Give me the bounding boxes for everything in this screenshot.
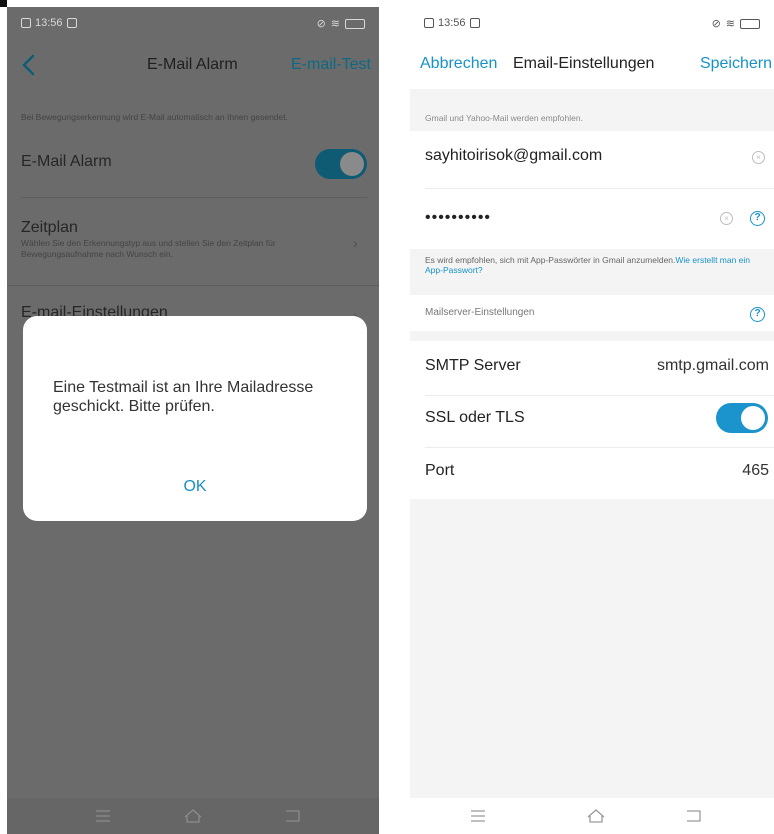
right-phone-screen: 13:56 ⊘ ≋ Abbrechen Email-Einstellungen … bbox=[410, 7, 774, 834]
email-alarm-label: E-Mail Alarm bbox=[21, 153, 112, 170]
email-alarm-hint: Bei Bewegungserkennung wird E-Mail autom… bbox=[21, 112, 288, 122]
wifi-icon: ≋ bbox=[330, 18, 340, 30]
return-icon[interactable] bbox=[684, 807, 704, 825]
save-button[interactable]: Speichern bbox=[700, 55, 772, 73]
menu-icon[interactable] bbox=[468, 807, 488, 825]
status-bar: 13:56 ⊘ ≋ bbox=[7, 7, 379, 35]
smtp-server-label: SMTP Server bbox=[425, 357, 521, 374]
app-password-hint-text: Es wird empfohlen, sich mit App-Passwört… bbox=[425, 255, 676, 265]
schedule-description: Wählen Sie den Erkennungstyp aus und ste… bbox=[21, 238, 276, 259]
app-password-hint: Es wird empfohlen, sich mit App-Passwört… bbox=[425, 255, 755, 275]
status-icons: ⊘ ≋ bbox=[317, 17, 365, 30]
mailserver-header: Mailserver-Einstellungen ? bbox=[410, 295, 774, 331]
status-bar: 13:56 ⊘ ≋ bbox=[410, 7, 774, 35]
divider bbox=[425, 188, 774, 189]
gallery-icon bbox=[66, 18, 77, 28]
ssl-tls-label: SSL oder TLS bbox=[425, 409, 525, 426]
gallery-icon bbox=[469, 18, 480, 28]
home-icon[interactable] bbox=[586, 807, 606, 825]
password-field[interactable]: •••••••••• bbox=[425, 209, 491, 227]
page-title: E-Mail Alarm bbox=[147, 56, 238, 73]
home-icon[interactable] bbox=[183, 807, 203, 825]
status-time: 13:56 bbox=[424, 17, 480, 29]
test-mail-dialog: Eine Testmail ist an Ihre Mailadresse ge… bbox=[23, 316, 367, 521]
email-alarm-toggle[interactable] bbox=[315, 149, 367, 179]
battery-icon bbox=[345, 18, 365, 29]
recommend-hint: Gmail und Yahoo-Mail werden empfohlen. bbox=[425, 113, 583, 123]
time-text: 13:56 bbox=[438, 17, 466, 29]
notification-icon bbox=[424, 18, 434, 28]
credentials-card: sayhitoirisok@gmail.com × •••••••••• × ? bbox=[410, 131, 774, 249]
toggle-knob bbox=[340, 152, 364, 176]
mute-icon: ⊘ bbox=[711, 18, 721, 30]
battery-icon bbox=[740, 18, 760, 29]
left-phone-screen: 13:56 ⊘ ≋ E-Mail Alarm E-mail-Test Bei B… bbox=[7, 7, 379, 834]
system-nav-bar bbox=[7, 798, 379, 834]
help-icon[interactable]: ? bbox=[750, 211, 765, 226]
divider bbox=[425, 395, 774, 396]
port-value[interactable]: 465 bbox=[742, 462, 769, 480]
notification-icon bbox=[21, 18, 31, 28]
status-time: 13:56 bbox=[21, 17, 77, 29]
return-icon[interactable] bbox=[283, 807, 303, 825]
ssl-tls-toggle[interactable] bbox=[716, 403, 768, 433]
clear-icon[interactable]: × bbox=[752, 151, 765, 164]
help-icon[interactable]: ? bbox=[750, 307, 765, 322]
clear-icon[interactable]: × bbox=[720, 212, 733, 225]
smtp-server-value[interactable]: smtp.gmail.com bbox=[657, 357, 769, 375]
menu-icon[interactable] bbox=[93, 807, 113, 825]
divider bbox=[7, 285, 379, 286]
wifi-icon: ≋ bbox=[725, 18, 735, 30]
divider bbox=[425, 447, 774, 448]
system-nav-bar bbox=[410, 798, 774, 834]
back-icon[interactable] bbox=[19, 53, 41, 77]
dialog-ok-button[interactable]: OK bbox=[23, 478, 367, 496]
mailserver-label: Mailserver-Einstellungen bbox=[425, 307, 535, 318]
email-field[interactable]: sayhitoirisok@gmail.com bbox=[425, 147, 602, 165]
port-label: Port bbox=[425, 462, 455, 479]
header-bar: Abbrechen Email-Einstellungen Speichern bbox=[410, 49, 774, 89]
status-icons: ⊘ ≋ bbox=[712, 17, 760, 30]
page-title: Email-Einstellungen bbox=[513, 55, 655, 72]
email-test-button[interactable]: E-mail-Test bbox=[291, 56, 371, 74]
header-bar: E-Mail Alarm E-mail-Test bbox=[7, 49, 379, 89]
divider bbox=[21, 197, 367, 198]
mute-icon: ⊘ bbox=[316, 18, 326, 30]
schedule-label[interactable]: Zeitplan bbox=[21, 219, 78, 237]
time-text: 13:56 bbox=[35, 17, 63, 29]
cancel-button[interactable]: Abbrechen bbox=[420, 55, 497, 73]
screenshot-page: 13:56 ⊘ ≋ E-Mail Alarm E-mail-Test Bei B… bbox=[0, 0, 774, 834]
corner-mark bbox=[0, 0, 7, 7]
chevron-right-icon: › bbox=[353, 235, 358, 251]
dialog-message: Eine Testmail ist an Ihre Mailadresse ge… bbox=[53, 379, 314, 415]
toggle-knob bbox=[741, 406, 765, 430]
